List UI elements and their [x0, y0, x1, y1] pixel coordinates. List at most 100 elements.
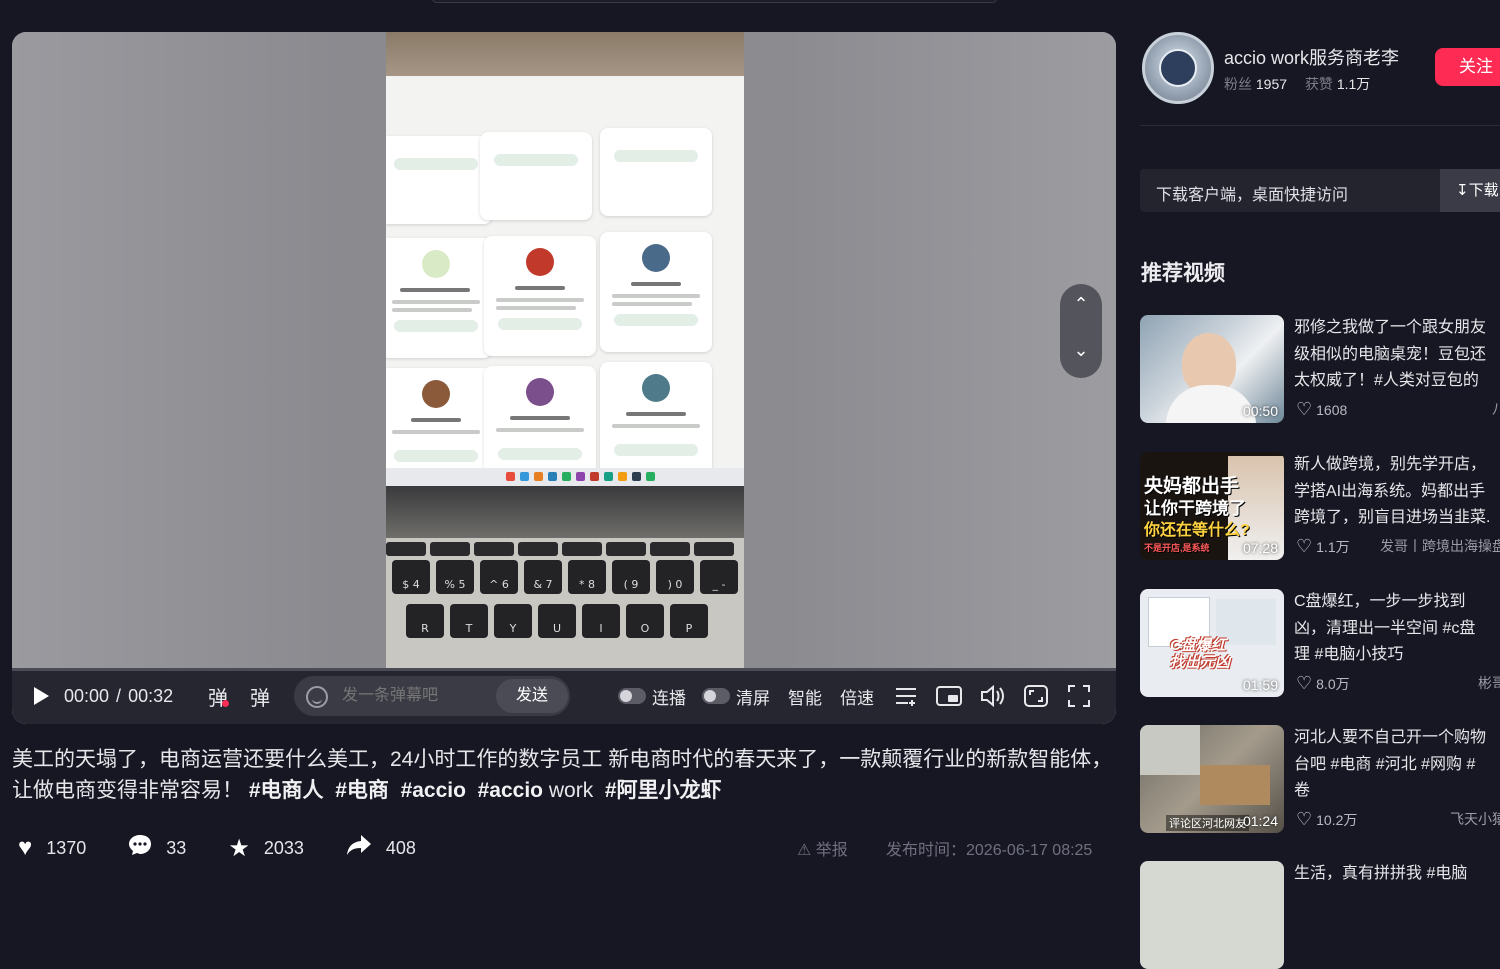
recommend-text-line: 学搭AI出海系统。妈都出手 [1294, 482, 1486, 500]
comment-button[interactable]: 33 [128, 834, 186, 863]
video-thumbnail[interactable] [1140, 861, 1284, 969]
recommend-footer: 1608 八 [1296, 399, 1500, 420]
video-duration: 07:28 [1242, 540, 1278, 556]
video-thumbnail[interactable]: 央妈都出手 让你干跨境了 你还在等什么? 不是开店,是系统 07:28 [1140, 452, 1284, 560]
recommend-author[interactable]: 八 [1492, 399, 1500, 420]
taskbar-app-icon [604, 472, 613, 481]
recommend-text-line: 级相似的电脑桌宠！豆包还 [1294, 345, 1487, 363]
agent-avatar [422, 250, 450, 278]
recommend-text: 生活，真有拼拼我 #电脑 [1294, 861, 1500, 888]
card-title-line [510, 416, 570, 420]
card-title-line [515, 286, 565, 290]
clear-screen-toggle[interactable]: 清屏 [702, 668, 770, 724]
card-button [614, 150, 698, 162]
previous-video-button[interactable]: ⌃ [1060, 294, 1102, 315]
download-button[interactable]: ↧下载 [1440, 169, 1500, 212]
speed-button[interactable]: 倍速 [840, 668, 874, 724]
video-thumbnail[interactable]: 00:50 [1140, 315, 1284, 423]
agent-card [386, 238, 492, 358]
next-video-button[interactable]: ⌄ [1060, 340, 1102, 361]
recommend-text-line: 邪修之我做了一个跟女朋友 [1294, 319, 1487, 336]
send-danmu-button[interactable]: 发送 [496, 679, 568, 713]
card-text-line [496, 306, 576, 310]
danmu-input[interactable] [342, 676, 492, 716]
engagement-bar: ♥ 1370 33 ★ 2033 408 [18, 832, 458, 864]
total-time: 00:32 [128, 685, 174, 706]
author-logo [1159, 49, 1197, 87]
hashtag[interactable]: #电商人 [249, 779, 324, 802]
autoplay-switch[interactable] [618, 688, 646, 704]
recommend-author[interactable]: 发哥丨跨境出海操盘 [1380, 536, 1500, 557]
thumbnail-caption-line: C盘爆红 [1170, 637, 1226, 654]
keyboard-key: ) 0 [656, 560, 694, 594]
keyboard-key: _ - [700, 560, 738, 594]
playlist-icon[interactable] [894, 668, 918, 724]
card-button [498, 448, 582, 460]
keyboard-key: U [538, 604, 576, 638]
recommend-item[interactable]: 生活，真有拼拼我 #电脑 [1140, 861, 1500, 969]
search-bar-edge[interactable] [432, 0, 997, 3]
function-key [562, 542, 602, 556]
thumbnail-caption-line: 找出元凶 [1170, 654, 1231, 671]
author-stats: 粉丝 1957 获赞 1.1万 [1224, 74, 1384, 94]
recommend-item[interactable]: 央妈都出手 让你干跨境了 你还在等什么? 不是开店,是系统 07:28 新人做跨… [1140, 452, 1500, 560]
download-icon: ↧ [1456, 182, 1469, 199]
share-button[interactable]: 408 [346, 834, 416, 863]
recommend-text-line: 卷 [1294, 782, 1311, 799]
danmu-toggle-button[interactable]: 弹 [208, 668, 229, 724]
play-button[interactable] [34, 668, 49, 724]
author-avatar[interactable] [1142, 32, 1214, 104]
video-player[interactable]: $ 4 % 5 ^ 6 & 7 * 8 ( 9 ) 0 _ - R T Y U … [12, 32, 1116, 724]
report-link[interactable]: ⚠ 举报 [797, 836, 848, 860]
autoplay-toggle[interactable]: 连播 [618, 668, 686, 724]
share-icon [346, 834, 372, 863]
danmu-settings-button[interactable]: 弹 [250, 668, 270, 724]
warning-icon: ⚠ [797, 842, 812, 859]
video-frame[interactable]: $ 4 % 5 ^ 6 & 7 * 8 ( 9 ) 0 _ - R T Y U … [386, 32, 744, 668]
hashtag[interactable]: #accio [478, 779, 543, 802]
favorite-button[interactable]: ★ 2033 [228, 834, 304, 863]
video-thumbnail[interactable]: C盘爆红 找出元凶 01:59 [1140, 589, 1284, 697]
recommend-item[interactable]: C盘爆红 找出元凶 01:59 C盘爆红，一步一步找到 凶，清理出一半空间 #c… [1140, 589, 1500, 697]
taskbar-app-icon [590, 472, 599, 481]
hashtag[interactable]: #accio [401, 779, 466, 802]
card-title-line [400, 288, 470, 292]
author-name[interactable]: accio work服务商老李 [1224, 44, 1399, 70]
recommend-text-line: 凶，清理出一半空间 #c盘 [1294, 619, 1476, 637]
recommend-text-line: 河北人要不自己开一个购物 [1294, 729, 1487, 746]
recommend-author[interactable]: 彬哥 [1478, 673, 1500, 694]
hashtag[interactable]: #电商 [335, 779, 389, 802]
share-count: 408 [385, 837, 416, 858]
like-button[interactable]: ♥ 1370 [18, 834, 86, 862]
recommend-item[interactable]: 评论区河北网友 01:24 河北人要不自己开一个购物 台吧 #电商 #河北 #网… [1140, 725, 1500, 833]
card-button [394, 320, 478, 332]
recommend-text-line: 台吧 #电商 #河北 #网购 # [1294, 755, 1476, 773]
recommend-item[interactable]: 00:50 邪修之我做了一个跟女朋友 级相似的电脑桌宠！豆包还 太权威了！#人类… [1140, 315, 1500, 423]
video-switch-control[interactable]: ⌃ ⌄ [1060, 284, 1102, 378]
recommend-likes: 8.0万 [1296, 673, 1349, 694]
function-key [474, 542, 514, 556]
comment-count: 33 [166, 837, 187, 858]
taskbar-app-icon [506, 472, 515, 481]
volume-icon[interactable] [980, 668, 1006, 724]
follow-button[interactable]: 关注 [1435, 48, 1500, 86]
recommend-likes: 10.2万 [1296, 809, 1357, 830]
agent-card [600, 128, 712, 216]
hashtag[interactable]: #阿里小龙虾 [605, 779, 722, 802]
keyboard-key: $ 4 [392, 560, 430, 594]
card-button [394, 450, 478, 462]
emoji-icon[interactable] [306, 686, 328, 708]
thumbnail-figure [1182, 333, 1236, 393]
recommend-footer: 8.0万 彬哥 [1296, 673, 1500, 694]
thumbnail-boxes [1200, 765, 1270, 805]
web-fullscreen-icon[interactable] [1024, 668, 1048, 724]
recommend-author[interactable]: 飞天小猿 [1450, 809, 1500, 830]
card-button [394, 158, 478, 170]
smart-button[interactable]: 智能 [788, 668, 822, 724]
card-text-line [612, 302, 692, 306]
fullscreen-icon[interactable] [1068, 668, 1090, 724]
picture-in-picture-icon[interactable] [936, 668, 962, 724]
recommend-text-line: 理 #电脑小技巧 [1294, 646, 1404, 663]
video-thumbnail[interactable]: 评论区河北网友 01:24 [1140, 725, 1284, 833]
clear-screen-switch[interactable] [702, 688, 730, 704]
